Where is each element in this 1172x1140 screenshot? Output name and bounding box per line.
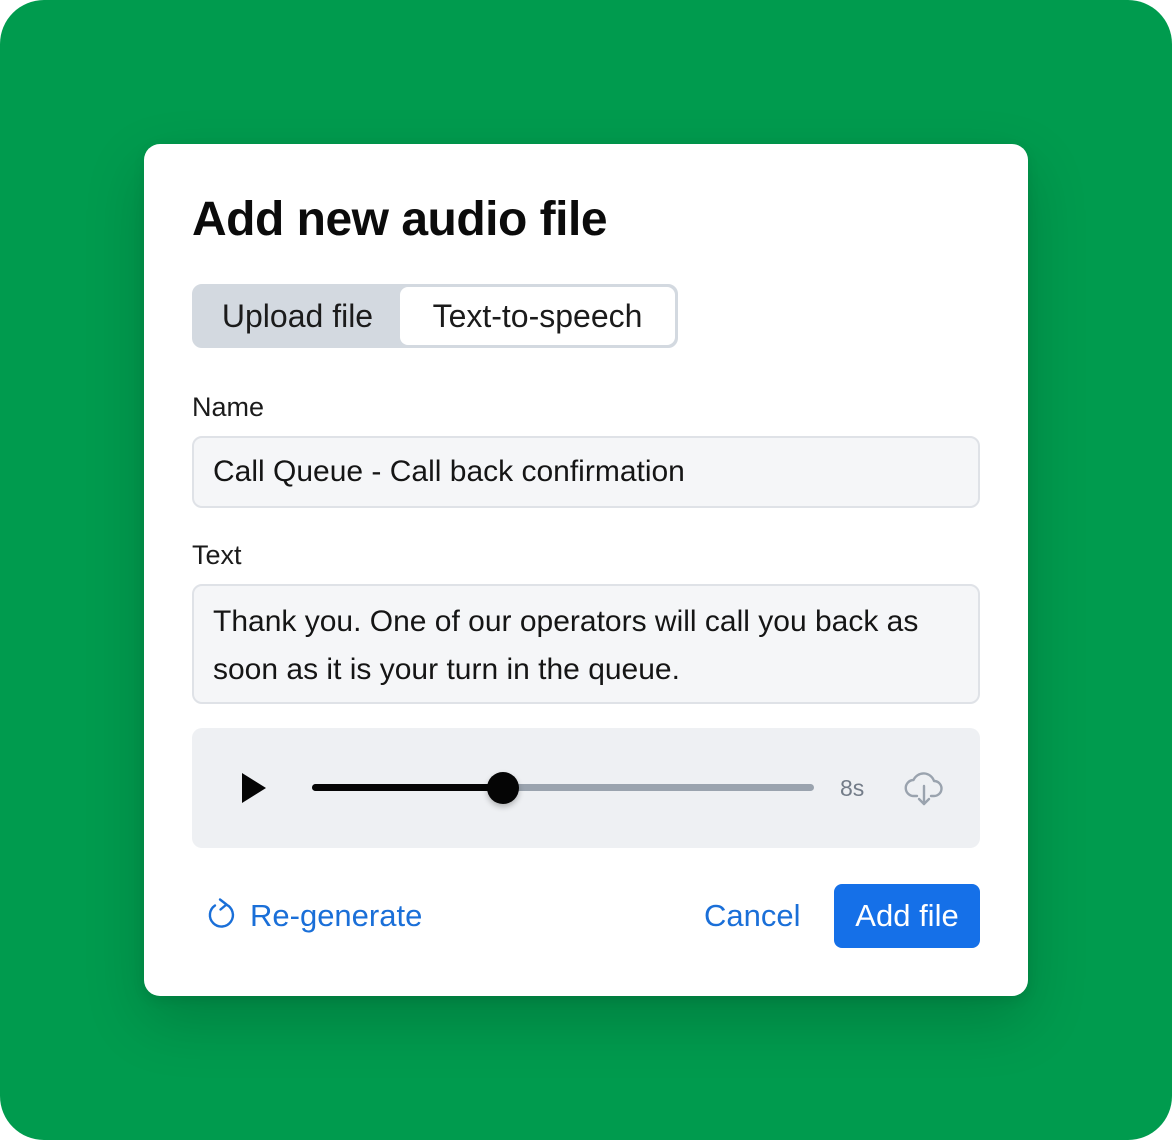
progress-thumb[interactable] xyxy=(486,772,519,804)
regenerate-label: Re-generate xyxy=(250,898,423,933)
text-label: Text xyxy=(192,540,242,570)
tab-upload-file[interactable]: Upload file xyxy=(195,287,400,345)
refresh-icon xyxy=(206,896,238,937)
regenerate-button[interactable]: Re-generate xyxy=(206,894,422,938)
cloud-download-icon[interactable] xyxy=(902,766,946,810)
audio-player: 8s xyxy=(192,728,980,848)
add-audio-dialog: Add new audio file Upload file Text-to-s… xyxy=(144,144,1028,996)
dialog-title: Add new audio file xyxy=(192,193,608,246)
progress-track[interactable] xyxy=(312,772,814,804)
source-tabs: Upload file Text-to-speech xyxy=(192,284,678,348)
name-field[interactable]: Call Queue - Call back confirmation xyxy=(192,436,980,508)
add-file-button[interactable]: Add file xyxy=(834,884,980,948)
tab-text-to-speech[interactable]: Text-to-speech xyxy=(400,287,675,345)
duration-label: 8s xyxy=(840,775,865,801)
name-label: Name xyxy=(192,392,265,422)
page-background: Add new audio file Upload file Text-to-s… xyxy=(0,0,1172,1140)
cancel-button[interactable]: Cancel xyxy=(704,896,801,936)
progress-fill xyxy=(312,784,503,791)
text-field[interactable]: Thank you. One of our operators will cal… xyxy=(192,584,980,704)
play-icon[interactable] xyxy=(238,770,270,806)
